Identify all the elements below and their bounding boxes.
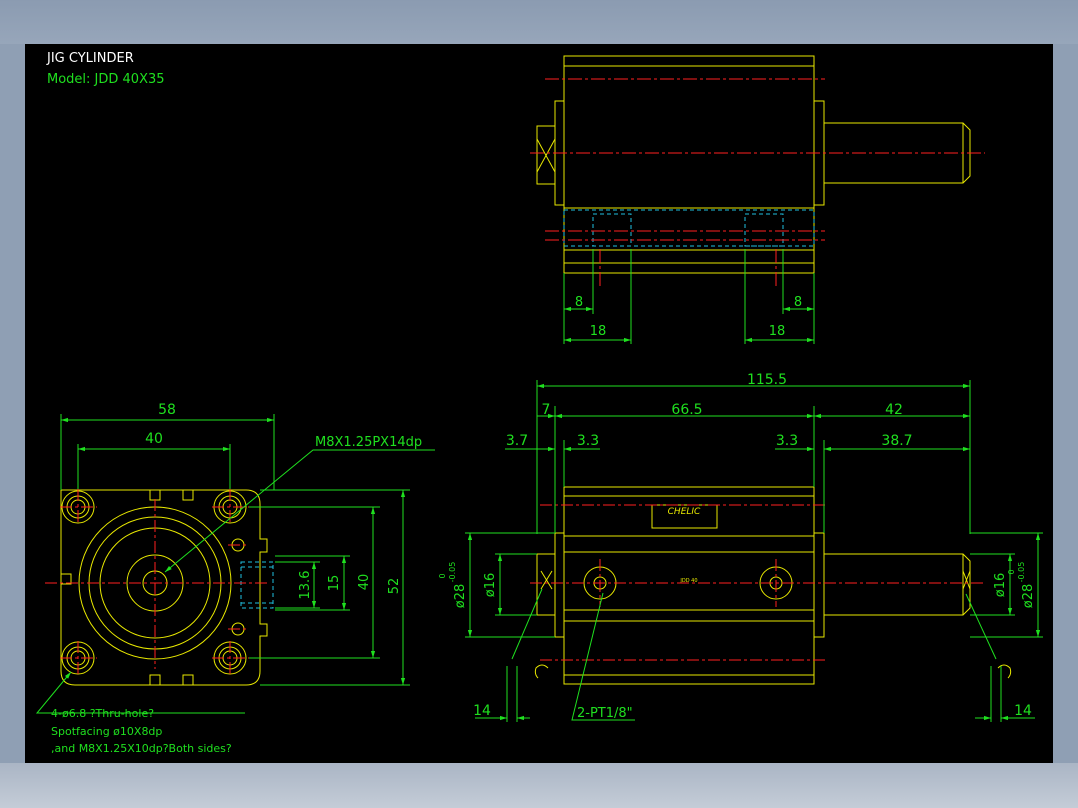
tol-lower-left: -0.05 — [448, 562, 457, 583]
dim-58: 58 — [158, 402, 176, 418]
dim-18-left: 18 — [590, 324, 607, 339]
dim-40-width: 40 — [145, 431, 163, 447]
front-view: 58 40 13.6 15 40 52 M8X1.25PX14dp 4-ø6.8… — [35, 402, 435, 755]
dim-14-left: 14 — [473, 703, 491, 719]
tol-lower-right: -0.05 — [1017, 562, 1026, 583]
dim-15: 15 — [327, 575, 342, 592]
window-top-frame — [0, 0, 1078, 44]
side-view: CHELIC JDD 40 115.5 7 66.5 42 3.7 3.3 3.… — [438, 372, 1043, 722]
model-label: Model: JDD 40X35 — [47, 72, 165, 87]
dim-dia28-left: ø28 — [453, 584, 468, 609]
hole-note-line3: ,and M8X1.25X10dp?Both sides? — [51, 742, 232, 755]
dim-18-right: 18 — [769, 324, 786, 339]
dim-52: 52 — [387, 578, 402, 595]
hole-note-line1: 4-ø6.8 ?Thru-hole? — [51, 707, 154, 720]
dim-overall-115-5: 115.5 — [747, 372, 787, 388]
tol-upper-right: 0 — [1007, 569, 1016, 574]
dim-40-height: 40 — [357, 574, 372, 591]
window-bottom-frame — [0, 763, 1078, 808]
dim-42: 42 — [885, 402, 903, 418]
dim-14-right: 14 — [1014, 703, 1032, 719]
dim-8-left: 8 — [575, 295, 583, 310]
dim-8-right: 8 — [794, 295, 802, 310]
cad-drawing: JIG CYLINDER Model: JDD 40X35 8 8 18 18 … — [35, 51, 1043, 755]
dim-3-3-left: 3.3 — [577, 433, 599, 449]
dim-dia28-right: ø28 — [1021, 584, 1036, 609]
brand-label: CHELIC — [668, 507, 701, 517]
hole-note-line2: Spotfacing ø10X8dp — [51, 725, 162, 738]
dim-66-5: 66.5 — [671, 402, 702, 418]
dim-3-3-right: 3.3 — [776, 433, 798, 449]
top-view: 8 8 18 18 — [530, 55, 985, 344]
dim-7: 7 — [542, 402, 551, 418]
tol-upper-left: 0 — [438, 573, 447, 578]
dim-dia16-left: ø16 — [483, 573, 498, 598]
port-callout: 2-PT1/8" — [577, 706, 633, 721]
dim-dia16-right: ø16 — [993, 573, 1008, 598]
drawing-title: JIG CYLINDER — [46, 51, 134, 66]
dim-38-7: 38.7 — [881, 433, 912, 449]
cad-drawing-canvas[interactable]: JIG CYLINDER Model: JDD 40X35 8 8 18 18 … — [25, 44, 1053, 763]
dim-3-7: 3.7 — [506, 433, 528, 449]
thread-callout: M8X1.25PX14dp — [315, 435, 422, 450]
dim-13-6: 13.6 — [298, 571, 313, 600]
